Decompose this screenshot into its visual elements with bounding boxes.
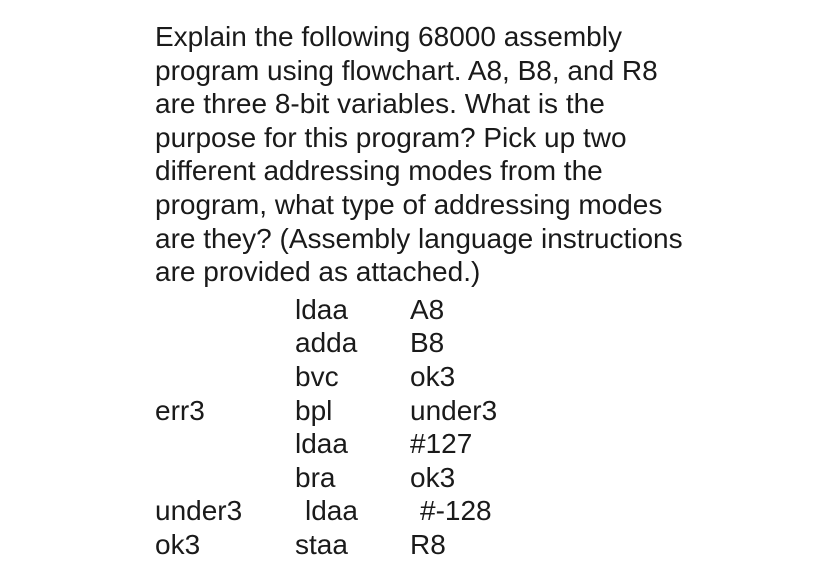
question-line: are provided as attached.)	[155, 256, 480, 287]
code-opcode: ldaa	[295, 494, 420, 528]
code-label: under3	[155, 494, 295, 528]
code-opcode: bvc	[295, 360, 410, 394]
code-line: bvc ok3	[155, 360, 768, 394]
question-line: are three 8-bit variables. What is the	[155, 88, 605, 119]
question-text: Explain the following 68000 assembly pro…	[155, 20, 768, 289]
code-operand: ok3	[410, 360, 768, 394]
code-opcode: ldaa	[295, 427, 410, 461]
assembly-code-block: ldaa A8 adda B8 bvc ok3 err3 bpl under3 …	[155, 293, 768, 562]
code-operand: under3	[410, 394, 768, 428]
code-operand: ok3	[410, 461, 768, 495]
code-operand: #127	[410, 427, 768, 461]
code-line: bra ok3	[155, 461, 768, 495]
code-label	[155, 461, 295, 495]
code-line: ok3 staa R8	[155, 528, 768, 562]
code-opcode: staa	[295, 528, 410, 562]
code-opcode: ldaa	[295, 293, 410, 327]
code-line: adda B8	[155, 326, 768, 360]
code-line: err3 bpl under3	[155, 394, 768, 428]
code-label	[155, 427, 295, 461]
document-content: Explain the following 68000 assembly pro…	[0, 0, 828, 582]
code-line: under3 ldaa #-128	[155, 494, 768, 528]
code-label: ok3	[155, 528, 295, 562]
code-line: ldaa A8	[155, 293, 768, 327]
question-line: program, what type of addressing modes	[155, 189, 662, 220]
question-line: are they? (Assembly language instruction…	[155, 223, 683, 254]
code-line: ldaa #127	[155, 427, 768, 461]
code-operand: B8	[410, 326, 768, 360]
code-opcode: bpl	[295, 394, 410, 428]
code-operand: #-128	[420, 494, 768, 528]
question-line: Explain the following 68000 assembly	[155, 21, 622, 52]
code-label: err3	[155, 394, 295, 428]
question-line: program using flowchart. A8, B8, and R8	[155, 55, 658, 86]
code-opcode: adda	[295, 326, 410, 360]
code-label	[155, 326, 295, 360]
code-opcode: bra	[295, 461, 410, 495]
question-line: different addressing modes from the	[155, 155, 603, 186]
code-operand: A8	[410, 293, 768, 327]
code-label	[155, 360, 295, 394]
code-label	[155, 293, 295, 327]
code-operand: R8	[410, 528, 768, 562]
question-line: purpose for this program? Pick up two	[155, 122, 627, 153]
